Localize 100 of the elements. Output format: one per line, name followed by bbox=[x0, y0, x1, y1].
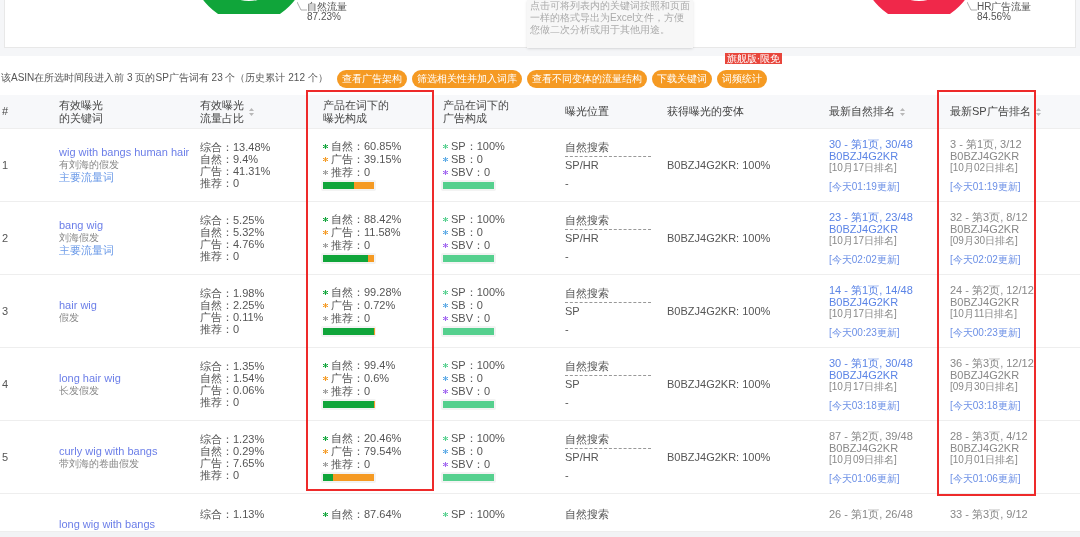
update-time[interactable]: [今天03:18更新] bbox=[829, 399, 950, 412]
action-button[interactable]: 筛选相关性并加入词库 bbox=[411, 69, 522, 88]
variant-share: B0BZJ4G2KR: 100% bbox=[667, 377, 771, 390]
share-value: 综合：1.23% bbox=[200, 433, 266, 445]
column-header: 有效曝光 流量占比 bbox=[200, 98, 244, 125]
rank-date: [10月17日排名] bbox=[829, 234, 898, 247]
share-value: 自然：0.29% bbox=[200, 445, 266, 457]
keyword-link[interactable]: long wig with bangs bbox=[59, 518, 200, 531]
share-value: 自然：2.25% bbox=[200, 299, 266, 311]
chart-value: 84.56% bbox=[977, 12, 1011, 22]
composition-value: 推荐：0 bbox=[331, 238, 371, 252]
share-value: 自然：9.4% bbox=[200, 153, 260, 165]
share-value: 综合：1.13% bbox=[200, 508, 266, 520]
column-header: # bbox=[2, 105, 9, 118]
action-button[interactable]: 查看不同变体的流量结构 bbox=[526, 69, 647, 88]
rank-date: [10月17日排名] bbox=[829, 307, 898, 320]
keyword-translation: 有刘海的假发 bbox=[59, 159, 120, 171]
leader-line bbox=[297, 0, 307, 12]
update-time[interactable]: [今天01:19更新] bbox=[950, 180, 1080, 193]
share-value: 推荐：0 bbox=[200, 177, 241, 189]
row-number: 5 bbox=[2, 450, 9, 463]
rank-value[interactable]: 30 - 第1页, 30/48 bbox=[829, 356, 950, 369]
keyword-translation: 刘海假发 bbox=[59, 232, 100, 244]
column-header: 获得曝光的变体 bbox=[667, 105, 744, 118]
rank-value: 32 - 第3页, 8/12 bbox=[950, 210, 1029, 223]
position-text: - bbox=[565, 249, 570, 263]
rank-date: [10月17日排名] bbox=[829, 380, 898, 393]
position-text: 自然搜索 bbox=[565, 432, 651, 449]
keyword-link[interactable]: wig with bangs human hair bbox=[59, 146, 200, 159]
leader-line bbox=[967, 0, 977, 12]
composition-value: 自然：87.64% bbox=[331, 508, 402, 521]
composition-value: 自然：88.42% bbox=[331, 212, 402, 226]
column-header: 产品在词下的 曝光构成 bbox=[323, 98, 389, 125]
rank-date: [09月30日排名] bbox=[950, 380, 1019, 393]
asin-text: B0BZJ4G2KR bbox=[950, 149, 1021, 162]
share-value: 自然：5.32% bbox=[200, 226, 266, 238]
rank-value: 28 - 第3页, 4/12 bbox=[950, 429, 1029, 442]
asin-text: B0BZJ4G2KR bbox=[950, 368, 1021, 381]
rank-value: 26 - 第1页, 26/48 bbox=[829, 508, 914, 520]
position-text: - bbox=[565, 322, 570, 336]
composition-value: SB：0 bbox=[451, 371, 483, 385]
keyword-translation: 带刘海的卷曲假发 bbox=[59, 457, 140, 470]
composition-value: 推荐：0 bbox=[331, 311, 371, 325]
main-traffic-tag[interactable]: 主要流量词 bbox=[59, 244, 200, 257]
composition-value: SBV：0 bbox=[451, 165, 491, 179]
keyword-link[interactable]: curly wig with bangs bbox=[59, 444, 200, 458]
share-value: 广告：7.65% bbox=[200, 457, 266, 469]
rank-date: [10月01日排名] bbox=[950, 453, 1019, 466]
sort-icon[interactable] bbox=[248, 106, 255, 117]
column-header: 最新自然排名 bbox=[829, 105, 895, 118]
rank-value[interactable]: 30 - 第1页, 30/48 bbox=[829, 137, 950, 150]
share-value: 综合：13.48% bbox=[200, 141, 272, 153]
composition-value: SP：100% bbox=[451, 139, 505, 153]
keyword-link[interactable]: hair wig bbox=[59, 298, 200, 312]
sort-icon[interactable] bbox=[899, 106, 906, 117]
column-header: 有效曝光 的关键词 bbox=[59, 98, 103, 125]
action-button[interactable]: 词频统计 bbox=[716, 69, 767, 88]
chart-value: 87.23% bbox=[307, 12, 342, 22]
sort-icon[interactable] bbox=[1034, 106, 1042, 117]
action-button[interactable]: 查看广告架构 bbox=[336, 69, 407, 88]
update-time[interactable]: [今天01:19更新] bbox=[829, 180, 950, 193]
composition-value: 推荐：0 bbox=[331, 165, 371, 179]
position-text: SP bbox=[565, 304, 581, 318]
update-time[interactable]: [今天02:02更新] bbox=[950, 253, 1080, 266]
update-time[interactable]: [今天01:06更新] bbox=[829, 472, 950, 485]
position-text: - bbox=[565, 468, 570, 482]
update-time[interactable]: [今天01:06更新] bbox=[950, 472, 1080, 485]
keyword-link[interactable]: long hair wig bbox=[59, 371, 200, 385]
rank-value[interactable]: 14 - 第1页, 14/48 bbox=[829, 283, 950, 296]
position-text: 自然搜索 bbox=[565, 508, 610, 521]
composition-value: SBV：0 bbox=[451, 238, 491, 252]
keyword-link[interactable]: bang wig bbox=[59, 219, 200, 232]
action-button[interactable]: 下载关键词 bbox=[651, 69, 712, 88]
composition-value: 自然：99.4% bbox=[331, 358, 396, 372]
share-value: 综合：1.35% bbox=[200, 360, 266, 372]
composition-value: 自然：60.85% bbox=[331, 139, 402, 153]
share-value: 推荐：0 bbox=[200, 396, 241, 408]
main-traffic-tag[interactable]: 主要流量词 bbox=[59, 171, 200, 184]
variant-share: B0BZJ4G2KR: 100% bbox=[667, 231, 771, 244]
variant-share: B0BZJ4G2KR: 100% bbox=[667, 304, 771, 317]
composition-value: SP：100% bbox=[451, 508, 505, 521]
composition-value: 广告：79.54% bbox=[331, 444, 402, 458]
composition-value: SP：100% bbox=[451, 358, 505, 372]
row-number: 3 bbox=[2, 304, 9, 317]
share-value: 广告：0.11% bbox=[200, 311, 265, 323]
position-text: 自然搜索 bbox=[565, 359, 651, 376]
update-time[interactable]: [今天02:02更新] bbox=[829, 253, 950, 266]
asin-text: B0BZJ4G2KR bbox=[829, 295, 900, 308]
update-time[interactable]: [今天00:23更新] bbox=[829, 326, 950, 339]
update-time[interactable]: [今天00:23更新] bbox=[950, 326, 1080, 339]
position-text: 自然搜索 bbox=[565, 140, 651, 157]
chart-label: 自然流量 bbox=[307, 2, 347, 12]
share-value: 综合：1.98% bbox=[200, 287, 266, 299]
keyword-translation: 长发假发 bbox=[59, 384, 100, 397]
composition-value: 广告：0.6% bbox=[331, 371, 390, 385]
update-time[interactable]: [今天03:18更新] bbox=[950, 399, 1080, 412]
plan-badge: 旗舰版·限免 bbox=[724, 53, 783, 64]
share-value: 广告：0.06% bbox=[200, 384, 266, 396]
row-number: 1 bbox=[2, 158, 9, 171]
rank-value[interactable]: 23 - 第1页, 23/48 bbox=[829, 210, 950, 223]
